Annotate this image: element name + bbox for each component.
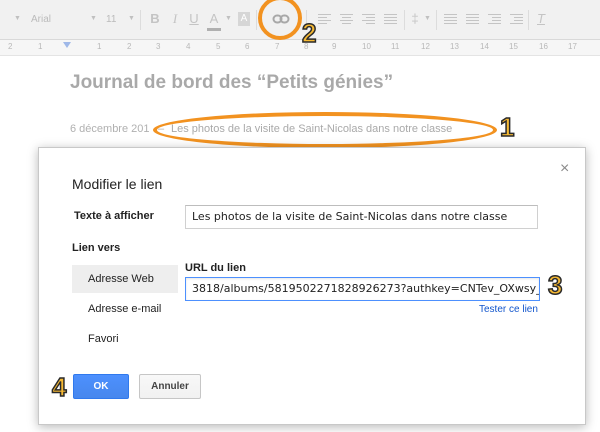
highlight-color-button[interactable]: A xyxy=(238,12,250,26)
indent-marker-icon[interactable] xyxy=(63,42,71,48)
ruler-number: 15 xyxy=(509,42,518,51)
callout-oval-link-text xyxy=(153,112,497,148)
test-link[interactable]: Tester ce lien xyxy=(479,304,538,315)
numbered-list-icon[interactable] xyxy=(444,14,457,25)
url-input[interactable]: 3818/albums/5819502271828926273?authkey=… xyxy=(185,277,540,301)
text-color-button[interactable]: A xyxy=(207,12,221,26)
decrease-indent-icon[interactable] xyxy=(488,14,501,25)
toolbar-divider xyxy=(436,10,437,30)
font-size-select[interactable]: 11 xyxy=(106,14,116,25)
ruler-number: 2 xyxy=(8,42,13,51)
italic-button[interactable]: I xyxy=(168,12,182,26)
dialog-title: Modifier le lien xyxy=(72,176,163,192)
ruler: 2 1 1 2 3 4 5 6 7 8 9 10 11 12 13 14 15 … xyxy=(0,40,600,56)
text-color-swatch xyxy=(207,28,221,31)
bold-button[interactable]: B xyxy=(148,12,162,26)
edit-link-dialog: Modifier le lien × Texte à afficher Les … xyxy=(38,147,586,425)
dropdown-caret-icon: ▼ xyxy=(14,15,21,22)
ruler-number: 10 xyxy=(362,42,371,51)
document-date: 6 décembre 201 xyxy=(70,123,150,135)
align-right-icon[interactable] xyxy=(362,14,375,25)
ruler-number: 16 xyxy=(539,42,548,51)
ruler-number: 7 xyxy=(275,42,280,51)
align-left-icon[interactable] xyxy=(318,14,331,25)
document-title: Journal de bord des “Petits génies” xyxy=(70,72,394,93)
text-to-display-input[interactable]: Les photos de la visite de Saint-Nicolas… xyxy=(185,205,538,229)
text-color-caret-icon: ▼ xyxy=(225,15,232,22)
ruler-number: 14 xyxy=(480,42,489,51)
callout-number-3: 3 xyxy=(547,270,563,300)
font-family-select[interactable]: Arial xyxy=(31,14,51,25)
ruler-number: 1 xyxy=(38,42,43,51)
ruler-number: 3 xyxy=(156,42,161,51)
callout-number-1: 1 xyxy=(499,112,515,142)
font-dropdown-caret-icon: ▼ xyxy=(90,15,97,22)
ruler-number: 1 xyxy=(97,42,102,51)
callout-number-4: 4 xyxy=(51,372,67,402)
link-to-label: Lien vers xyxy=(72,242,121,254)
size-dropdown-caret-icon: ▼ xyxy=(128,15,135,22)
link-type-email-address[interactable]: Adresse e-mail xyxy=(72,295,178,323)
align-justify-icon[interactable] xyxy=(384,14,397,25)
ok-button[interactable]: OK xyxy=(73,374,129,399)
increase-indent-icon[interactable] xyxy=(510,14,523,25)
text-to-display-label: Texte à afficher xyxy=(74,210,154,222)
ruler-number: 12 xyxy=(421,42,430,51)
ruler-number: 11 xyxy=(391,42,400,51)
callout-number-2: 2 xyxy=(301,18,317,48)
link-type-web-address[interactable]: Adresse Web xyxy=(72,265,178,293)
ruler-number: 6 xyxy=(245,42,250,51)
toolbar-divider xyxy=(404,10,405,30)
ruler-number: 9 xyxy=(332,42,337,51)
line-spacing-caret-icon: ▼ xyxy=(424,15,431,22)
ruler-number: 17 xyxy=(568,42,577,51)
cancel-button[interactable]: Annuler xyxy=(139,374,201,399)
toolbar-divider xyxy=(140,10,141,30)
ruler-number: 4 xyxy=(186,42,191,51)
url-label: URL du lien xyxy=(185,262,246,274)
ruler-number: 2 xyxy=(127,42,132,51)
underline-button[interactable]: U xyxy=(187,12,201,26)
line-spacing-button[interactable]: ‡ xyxy=(408,12,422,26)
ruler-number: 13 xyxy=(450,42,459,51)
toolbar-divider xyxy=(256,10,257,30)
clear-formatting-button[interactable]: T xyxy=(534,12,548,26)
align-center-icon[interactable] xyxy=(340,14,353,25)
close-icon[interactable]: × xyxy=(560,160,569,178)
ruler-number: 5 xyxy=(216,42,221,51)
link-type-bookmark[interactable]: Favori xyxy=(72,325,178,353)
bulleted-list-icon[interactable] xyxy=(466,14,479,25)
toolbar-divider xyxy=(528,10,529,30)
